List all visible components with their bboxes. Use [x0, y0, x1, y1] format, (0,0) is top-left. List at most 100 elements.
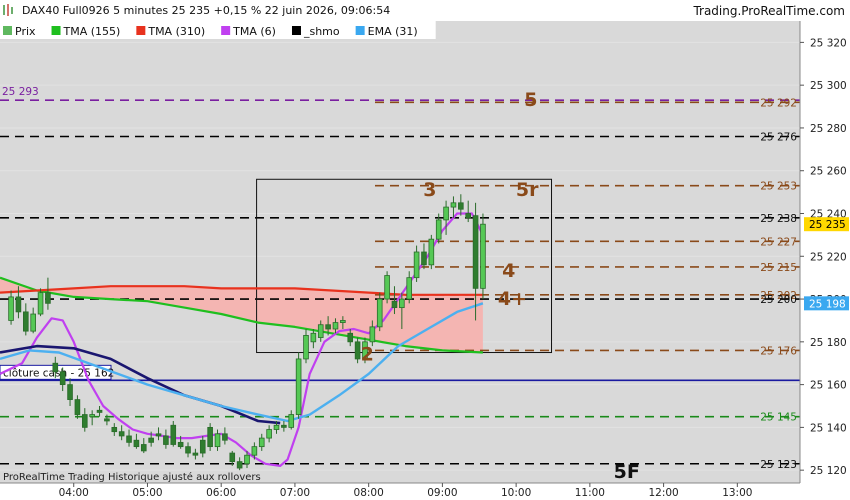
candle[interactable]	[295, 352, 302, 419]
legend-swatch	[51, 26, 61, 35]
candle-body	[266, 429, 272, 439]
y-tick-label: 25 220	[810, 251, 847, 263]
legend-label: Prix	[15, 25, 36, 38]
candle-body	[281, 424, 287, 428]
legend-swatch	[355, 26, 365, 35]
legend-label: _shmo	[303, 25, 340, 38]
wave-label: 2	[361, 344, 374, 366]
candle-body	[295, 358, 302, 415]
candle-body	[310, 332, 317, 343]
candle-body	[89, 414, 95, 418]
candle-body	[192, 452, 199, 456]
level-label: 25 293	[2, 86, 39, 98]
x-tick-label: 06:00	[206, 487, 236, 499]
candle-body	[376, 298, 383, 328]
legend-label: TMA (155)	[63, 25, 121, 38]
candle-body	[472, 215, 479, 289]
candle-body	[170, 424, 177, 445]
wave-label: 5	[524, 89, 537, 111]
wave-label: 5r	[516, 179, 539, 201]
candle-body	[37, 292, 44, 315]
candle-body	[74, 399, 81, 415]
candle-body	[443, 206, 449, 221]
candle-body	[140, 444, 147, 452]
y-tick-label: 25 300	[810, 80, 847, 92]
candle-body	[428, 238, 435, 266]
x-tick-label: 04:00	[59, 487, 89, 499]
y-tick-label: 25 180	[810, 337, 847, 349]
x-tick-label: 05:00	[132, 487, 162, 499]
wave-label: 5F	[614, 461, 640, 483]
candle-body	[369, 326, 376, 343]
candle-body	[332, 322, 339, 330]
price-chart[interactable]: 25 29325 29225 27625 25325 23825 22725 2…	[0, 0, 850, 500]
x-tick-label: 12:00	[648, 487, 678, 499]
candle-body	[148, 437, 154, 443]
candle-body	[325, 324, 331, 330]
candle-body	[413, 251, 420, 279]
level-label: 25 238	[760, 213, 797, 225]
candle[interactable]	[384, 271, 390, 304]
legend-swatch	[221, 26, 231, 35]
level-label: 25 227	[760, 236, 797, 248]
y-tick-label: 25 260	[810, 166, 847, 178]
wave-label: 4	[502, 260, 515, 282]
candle-body	[163, 435, 169, 445]
legend-swatch	[136, 26, 146, 35]
x-tick-label: 13:00	[722, 487, 752, 499]
candle[interactable]	[428, 234, 435, 270]
candle-body	[435, 219, 442, 240]
level-label: 25 253	[760, 181, 797, 193]
legend-label: TMA (310)	[147, 25, 205, 38]
candle-body	[273, 424, 280, 430]
candle-body	[399, 298, 405, 309]
candle-body	[458, 202, 464, 210]
level-label: 25 123	[760, 459, 797, 471]
candle-body	[465, 213, 472, 219]
x-tick-label: 08:00	[354, 487, 384, 499]
legend-swatch	[291, 26, 301, 35]
candle-body	[207, 426, 213, 448]
close-cash-label: clôture cash - 25 162	[3, 367, 114, 379]
x-tick-label: 10:00	[501, 487, 531, 499]
x-tick-label: 11:00	[575, 487, 605, 499]
candle-body	[67, 384, 73, 400]
candle-body	[450, 202, 457, 208]
y-tick-label: 25 140	[810, 422, 847, 434]
candle-body	[340, 320, 346, 323]
candle[interactable]	[207, 423, 213, 451]
candle-body	[133, 439, 140, 448]
wave-label: 3	[423, 179, 436, 201]
candle[interactable]	[37, 288, 44, 317]
candle-body	[288, 414, 295, 428]
candle-body	[45, 292, 51, 304]
candle-body	[155, 433, 162, 437]
level-label: 25 215	[760, 262, 797, 274]
brand-label[interactable]: Trading.ProRealTime.com	[692, 4, 845, 18]
candle-body	[15, 296, 22, 313]
y-tick-label: 25 320	[810, 37, 847, 49]
candle-body	[81, 414, 88, 428]
y-tick-label: 25 160	[810, 380, 847, 392]
x-tick-label: 09:00	[427, 487, 457, 499]
level-label: 25 176	[760, 345, 797, 357]
candle-body	[23, 311, 29, 332]
y-tick-label: 25 280	[810, 123, 847, 135]
x-tick-label: 07:00	[280, 487, 310, 499]
legend-swatch	[3, 26, 12, 35]
candle[interactable]	[480, 213, 486, 300]
candle-body	[317, 324, 324, 338]
price-tag-label: 25 235	[809, 219, 846, 231]
candle-body	[391, 300, 398, 309]
candle-body	[118, 431, 125, 437]
level-label: 25 145	[760, 412, 797, 424]
level-label: 25 276	[760, 132, 797, 144]
candle-body	[236, 461, 243, 469]
candle-body	[185, 446, 191, 454]
candle-body	[251, 446, 258, 456]
candle-body	[52, 362, 59, 373]
candle-body	[303, 335, 309, 360]
plot-area[interactable]	[0, 21, 800, 483]
candle-body	[384, 275, 390, 300]
candle-body	[111, 426, 118, 433]
